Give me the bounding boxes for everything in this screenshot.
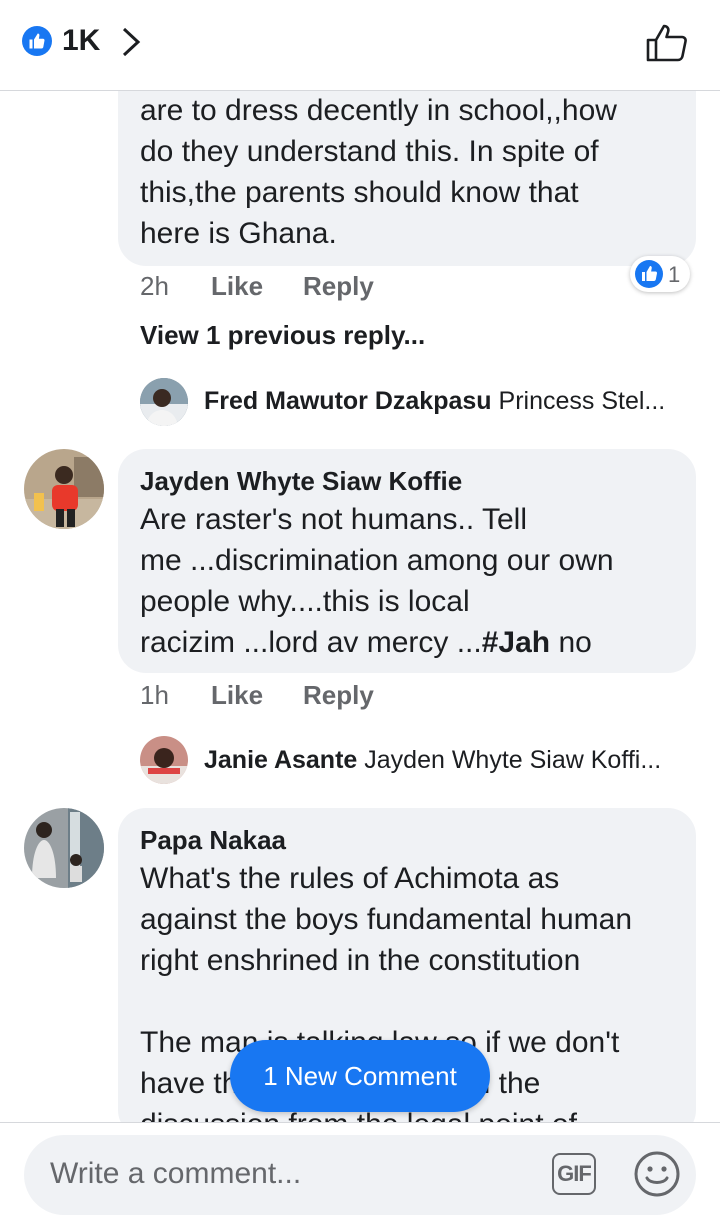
reply-text: Princess Stel... bbox=[498, 387, 666, 415]
comment-text-end: no bbox=[550, 626, 592, 659]
avatar[interactable] bbox=[140, 736, 188, 784]
comment-reaction-count: 1 bbox=[668, 262, 681, 287]
comment-placeholder: Write a comment... bbox=[50, 1157, 302, 1190]
reply-button[interactable]: Reply bbox=[303, 680, 374, 711]
thumbs-up-icon[interactable] bbox=[644, 20, 690, 69]
reply-preview[interactable]: Janie Asante Jayden Whyte Siaw Koffi... bbox=[204, 746, 661, 775]
comment-author[interactable]: Papa Nakaa bbox=[140, 825, 286, 856]
reply-text: Jayden Whyte Siaw Koffi... bbox=[364, 746, 662, 774]
avatar[interactable] bbox=[24, 808, 104, 888]
view-previous-replies[interactable]: View 1 previous reply... bbox=[140, 320, 425, 351]
comment-text: are to dress decently in school,,how do … bbox=[140, 94, 617, 250]
reply-author: Janie Asante bbox=[204, 746, 358, 774]
avatar[interactable] bbox=[24, 449, 104, 529]
comment-reactions[interactable]: 1 bbox=[630, 256, 690, 292]
avatar[interactable] bbox=[140, 378, 188, 426]
hashtag-link[interactable]: #Jah bbox=[482, 626, 550, 659]
like-button[interactable]: Like bbox=[211, 680, 263, 711]
like-reaction-icon bbox=[635, 260, 663, 288]
comment-time[interactable]: 1h bbox=[140, 680, 169, 711]
like-reaction-icon bbox=[22, 26, 52, 56]
reply-button[interactable]: Reply bbox=[303, 271, 374, 302]
comment-composer: Write a comment... GIF bbox=[0, 1122, 720, 1227]
reply-preview[interactable]: Fred Mawutor Dzakpasu Princess Stel... bbox=[204, 387, 665, 416]
gif-button[interactable]: GIF bbox=[552, 1153, 596, 1195]
reaction-count: 1K bbox=[62, 24, 101, 57]
comment-text: Are raster's not humans.. Tell me ...dis… bbox=[140, 499, 690, 663]
comment-input[interactable]: Write a comment... GIF bbox=[24, 1135, 696, 1215]
like-button[interactable]: Like bbox=[211, 271, 263, 302]
emoji-icon[interactable] bbox=[632, 1149, 682, 1204]
comment-author[interactable]: Jayden Whyte Siaw Koffie bbox=[140, 466, 462, 497]
reactions-header[interactable]: 1K bbox=[0, 0, 720, 91]
comment-time[interactable]: 2h bbox=[140, 271, 169, 302]
reply-author: Fred Mawutor Dzakpasu bbox=[204, 387, 492, 415]
chevron-right-icon[interactable] bbox=[120, 26, 142, 63]
new-comment-button[interactable]: 1 New Comment bbox=[230, 1040, 490, 1112]
